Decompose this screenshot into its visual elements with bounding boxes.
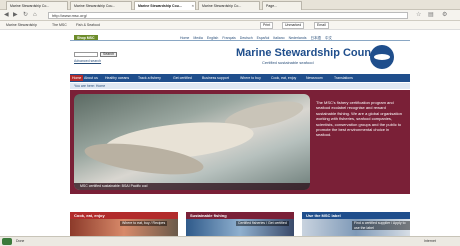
nav-business-support[interactable]: Business support	[200, 75, 231, 81]
star-icon[interactable]: ☆	[416, 12, 421, 18]
bookmarks-bar: Marine Stewardship The MSC Fish & Seafoo…	[0, 21, 460, 30]
nav-about-us[interactable]: About us	[82, 75, 100, 81]
msc-logo-icon[interactable]	[370, 45, 394, 69]
tab-bar: Marine Stewardship Co... Marine Stewards…	[0, 0, 460, 10]
nav-track-a-fishery[interactable]: Track a fishery	[136, 75, 163, 81]
status-bar: Done Internet	[0, 236, 460, 246]
main-nav: Home About us Healthy oceans Track a fis…	[70, 74, 410, 82]
hero-caption[interactable]: MSC certified sustainable: BSAI Pacific …	[74, 183, 310, 190]
nav-newsroom[interactable]: Newsroom	[304, 75, 325, 81]
refresh-icon[interactable]: ↻	[23, 12, 28, 18]
print-button[interactable]: Print	[260, 22, 274, 29]
page-icon[interactable]: ▤	[428, 12, 434, 18]
feature-cards: Cook, eat, enjoy Where to eat, buy / Rec…	[70, 212, 410, 236]
card-sustainable-fishing[interactable]: Sustainable fishing Certified fisheries …	[186, 212, 294, 236]
tab-label: Marine Stewardship Cou...	[138, 4, 182, 8]
logo-wave	[374, 54, 390, 60]
card-label[interactable]: Find a certified supplier / Apply to use…	[352, 221, 410, 230]
advanced-search-link[interactable]: Advanced search	[74, 59, 101, 63]
nav-healthy-oceans[interactable]: Healthy oceans	[103, 75, 131, 81]
nav-get-certified[interactable]: Get certified	[171, 75, 194, 81]
site-title[interactable]: Marine Stewardship Council	[236, 47, 383, 59]
wrench-icon[interactable]: ⚙	[442, 12, 447, 18]
bookmark-item[interactable]: Marine Stewardship	[6, 23, 37, 27]
zone-text: Internet	[424, 239, 436, 243]
unmarked-button[interactable]: Unmarked	[282, 22, 305, 29]
nav-where-to-buy[interactable]: Where to buy	[238, 75, 263, 81]
tab-5[interactable]: Page...	[262, 1, 302, 10]
status-text: Done	[16, 239, 25, 243]
tab-label: Page...	[266, 4, 278, 8]
tab-label: Marine Stewardship Co...	[10, 4, 50, 8]
tab-label: Marine Stewardship Co...	[202, 4, 242, 8]
card-label[interactable]: Certified fisheries / Get certified	[236, 221, 289, 226]
card-body: Where to eat, buy / Recipes	[70, 219, 178, 236]
tab-2[interactable]: Marine Stewardship Cou...	[70, 1, 132, 10]
hero-text: The MSC's fishery certification program …	[316, 100, 402, 138]
divider	[70, 40, 410, 41]
search-button[interactable]: Search	[100, 52, 118, 57]
back-icon[interactable]: ◀	[4, 12, 9, 18]
card-title: Cook, eat, enjoy	[70, 212, 178, 219]
site-subtitle: Certified sustainable seafood	[262, 60, 314, 65]
bookmark-item[interactable]: The MSC	[52, 23, 67, 27]
tab-3-active[interactable]: Marine Stewardship Cou... ×	[134, 1, 196, 10]
home-icon[interactable]: ⌂	[33, 12, 37, 18]
address-bar: ◀ ▶ ↻ ⌂ http://www.msc.org/ ☆ ▤ ⚙	[0, 10, 460, 21]
tab-label: Marine Stewardship Cou...	[74, 4, 116, 8]
card-cook-eat-enjoy[interactable]: Cook, eat, enjoy Where to eat, buy / Rec…	[70, 212, 178, 236]
card-title: Sustainable fishing	[186, 212, 294, 219]
breadcrumb: You are here: Home	[70, 83, 410, 89]
hero-banner: MSC certified sustainable: BSAI Pacific …	[70, 90, 410, 194]
card-body: Certified fisheries / Get certified	[186, 219, 294, 236]
nav-cook-eat-enjoy[interactable]: Cook, eat, enjoy	[269, 75, 298, 81]
hero-image[interactable]: MSC certified sustainable: BSAI Pacific …	[74, 94, 310, 190]
tab-1[interactable]: Marine Stewardship Co...	[6, 1, 68, 10]
card-use-the-label[interactable]: Use the MSC label Find a certified suppl…	[302, 212, 410, 236]
start-button[interactable]	[2, 238, 12, 245]
bookmark-item[interactable]: Fish & Seafood	[76, 23, 100, 27]
browser-window: Marine Stewardship Co... Marine Stewards…	[0, 0, 460, 246]
url-field[interactable]: http://www.msc.org/	[48, 12, 408, 19]
email-button[interactable]: Email	[314, 22, 329, 29]
card-body: Find a certified supplier / Apply to use…	[302, 219, 410, 236]
card-label[interactable]: Where to eat, buy / Recipes	[120, 221, 168, 226]
card-title: Use the MSC label	[302, 212, 410, 219]
search-input[interactable]	[74, 52, 98, 57]
forward-icon[interactable]: ▶	[13, 12, 18, 18]
close-icon[interactable]: ×	[192, 2, 194, 10]
tab-4[interactable]: Marine Stewardship Co...	[198, 1, 260, 10]
nav-translations[interactable]: Translations	[332, 75, 355, 81]
web-page: Shop MSC Home Media English Français Deutsch…	[70, 30, 410, 236]
